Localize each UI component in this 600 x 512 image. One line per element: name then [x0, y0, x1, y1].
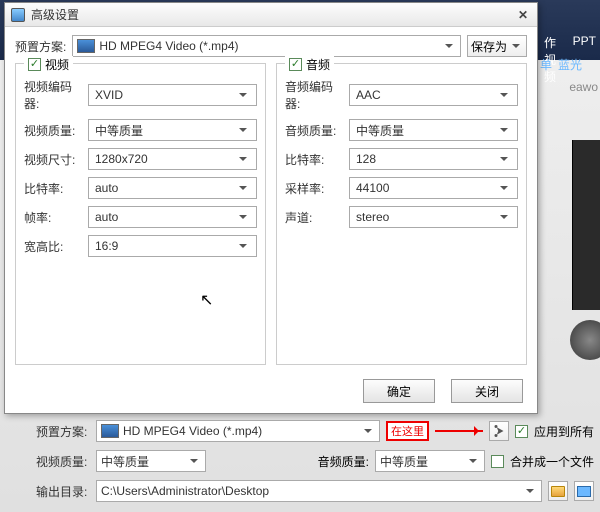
preset-value: HD MPEG4 Video (*.mp4) [99, 39, 438, 53]
audio-quality-label: 音频质量: [285, 122, 343, 139]
audio-panel: 音频 音频编码器:AAC 音频质量:中等质量 比特率:128 采样率:44100… [276, 63, 527, 365]
video-aspect-combo[interactable]: 16:9 [88, 235, 257, 257]
dialog-titlebar: 高级设置 ✕ [5, 3, 537, 27]
chevron-down-icon [497, 123, 511, 137]
advanced-settings-dialog: 高级设置 ✕ 预置方案: HD MPEG4 Video (*.mp4) 保存为 … [4, 2, 538, 414]
subtab-single[interactable]: 单 [540, 56, 552, 73]
folder-icon [551, 486, 565, 497]
chevron-down-icon [236, 123, 250, 137]
video-enable-checkbox[interactable] [28, 58, 41, 71]
chevron-down-icon [442, 39, 456, 53]
preset-label: 预置方案: [15, 38, 66, 55]
chevron-down-icon [236, 181, 250, 195]
audio-channel-label: 声道: [285, 209, 343, 226]
close-button[interactable]: 关闭 [451, 379, 523, 403]
lower-preset-label: 预置方案: [36, 423, 90, 440]
lower-audio-quality-label: 音频质量: [318, 453, 369, 470]
video-framerate-label: 帧率: [24, 209, 82, 226]
audio-bitrate-combo[interactable]: 128 [349, 148, 518, 170]
merge-one-checkbox[interactable] [491, 455, 504, 468]
chevron-down-icon [187, 454, 201, 468]
video-framerate-combo[interactable]: auto [88, 206, 257, 228]
audio-enable-checkbox[interactable] [289, 58, 302, 71]
lower-video-quality-combo[interactable]: 中等质量 [96, 450, 206, 472]
apply-all-label: 应用到所有 [534, 423, 594, 440]
preset-thumb-icon [77, 39, 95, 53]
lower-video-quality-label: 视频质量: [36, 453, 90, 470]
chevron-down-icon [361, 424, 375, 438]
chevron-down-icon [523, 484, 537, 498]
video-section-label: 视频 [45, 56, 69, 73]
open-folder-button[interactable] [574, 481, 594, 501]
chevron-down-icon [236, 152, 250, 166]
video-codec-label: 视频编码器: [24, 78, 82, 112]
audio-samplerate-combo[interactable]: 44100 [349, 177, 518, 199]
chevron-down-icon [236, 210, 250, 224]
edit-button[interactable] [489, 421, 509, 441]
audio-section-label: 音频 [306, 56, 330, 73]
dialog-title: 高级设置 [31, 6, 515, 23]
audio-samplerate-label: 采样率: [285, 180, 343, 197]
close-icon[interactable]: ✕ [515, 7, 531, 23]
video-aspect-label: 宽高比: [24, 238, 82, 255]
merge-one-label: 合并成一个文件 [510, 453, 594, 470]
audio-bitrate-label: 比特率: [285, 151, 343, 168]
video-quality-combo[interactable]: 中等质量 [88, 119, 257, 141]
audio-codec-combo[interactable]: AAC [349, 84, 518, 106]
lower-preset-combo[interactable]: HD MPEG4 Video (*.mp4) [96, 420, 380, 442]
preset-thumb-icon [101, 424, 119, 438]
output-dir-label: 输出目录: [36, 483, 90, 500]
preview-panel [572, 140, 600, 310]
open-folder-icon [577, 486, 591, 497]
apply-all-checkbox[interactable] [515, 425, 528, 438]
chevron-down-icon [497, 152, 511, 166]
film-reel-icon [570, 320, 600, 360]
callout-arrow-icon [435, 430, 483, 432]
scissors-icon [493, 425, 505, 437]
chevron-down-icon [497, 88, 511, 102]
video-bitrate-combo[interactable]: auto [88, 177, 257, 199]
subtab-bluray[interactable]: 蓝光 [558, 56, 582, 73]
chevron-down-icon [509, 39, 523, 53]
video-codec-combo[interactable]: XVID [88, 84, 257, 106]
chevron-down-icon [466, 454, 480, 468]
video-quality-label: 视频质量: [24, 122, 82, 139]
audio-channel-combo[interactable]: stereo [349, 206, 518, 228]
video-size-label: 视频尺寸: [24, 151, 82, 168]
audio-codec-label: 音频编码器: [285, 78, 343, 112]
dialog-icon [11, 8, 25, 22]
chevron-down-icon [497, 181, 511, 195]
video-panel: 视频 视频编码器:XVID 视频质量:中等质量 视频尺寸:1280x720 比特… [15, 63, 266, 365]
chevron-down-icon [236, 88, 250, 102]
chevron-down-icon [497, 210, 511, 224]
browse-folder-button[interactable] [548, 481, 568, 501]
lower-settings: 预置方案: HD MPEG4 Video (*.mp4) 在这里 应用到所有 视… [36, 420, 594, 502]
save-as-button[interactable]: 保存为 [467, 35, 527, 57]
output-dir-combo[interactable]: C:\Users\Administrator\Desktop [96, 480, 542, 502]
ok-button[interactable]: 确定 [363, 379, 435, 403]
video-bitrate-label: 比特率: [24, 180, 82, 197]
chevron-down-icon [236, 239, 250, 253]
preset-combo[interactable]: HD MPEG4 Video (*.mp4) [72, 35, 461, 57]
video-size-combo[interactable]: 1280x720 [88, 148, 257, 170]
callout-label: 在这里 [386, 421, 429, 441]
audio-quality-combo[interactable]: 中等质量 [349, 119, 518, 141]
lower-audio-quality-combo[interactable]: 中等质量 [375, 450, 485, 472]
brand-fragment: eawo [569, 80, 598, 94]
